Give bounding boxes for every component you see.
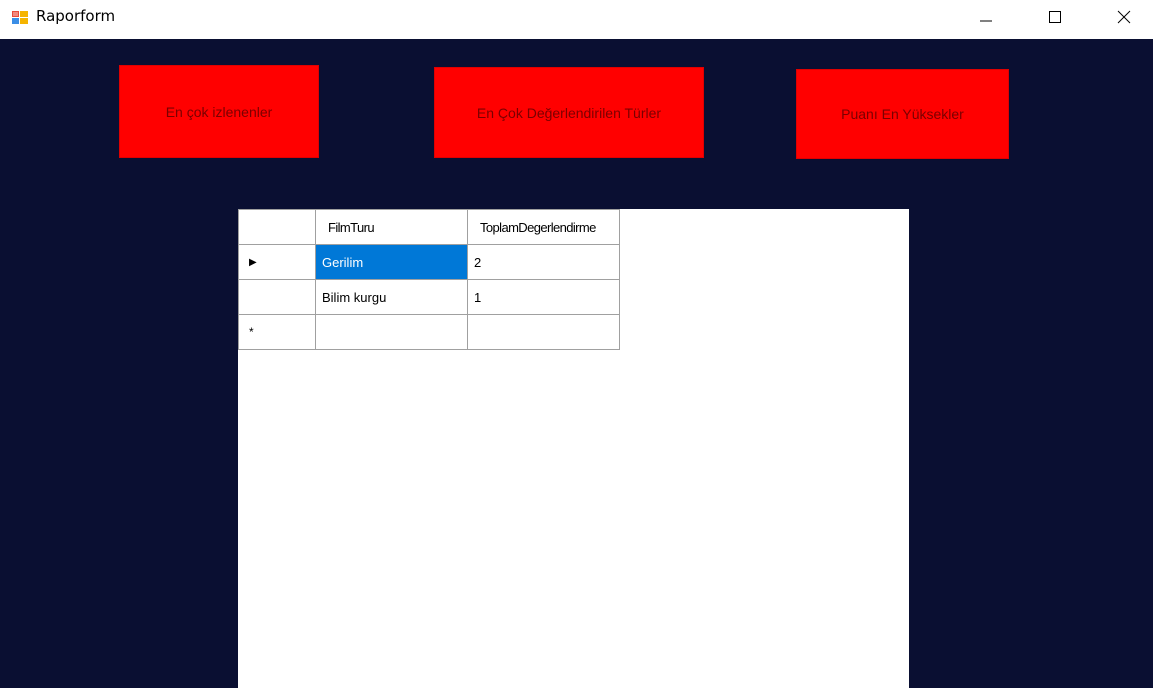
grid-table: FilmTuru ToplamDegerlendirme ▶ Gerilim 2… [238, 209, 620, 350]
table-cell[interactable]: Gerilim [315, 244, 468, 280]
app-icon [12, 9, 28, 25]
most-watched-button[interactable]: En çok izlenenler [119, 65, 319, 158]
table-cell[interactable]: Bilim kurgu [315, 279, 468, 315]
table-row[interactable]: ▶ Gerilim 2 [238, 244, 620, 280]
form-client-area: En çok izlenenler En Çok Değerlendirilen… [0, 39, 1153, 688]
grid-corner-header[interactable] [238, 209, 316, 245]
column-header-filmturu[interactable]: FilmTuru [315, 209, 468, 245]
table-cell[interactable]: 1 [467, 279, 620, 315]
column-header-toplam[interactable]: ToplamDegerlendirme [467, 209, 620, 245]
table-cell[interactable] [467, 314, 620, 350]
window-title: Raporform [36, 7, 116, 25]
most-rated-genres-button[interactable]: En Çok Değerlendirilen Türler [434, 67, 704, 158]
title-bar[interactable]: Raporform [0, 0, 1153, 38]
grid-header-row: FilmTuru ToplamDegerlendirme [238, 209, 620, 245]
row-indicator-arrow[interactable]: ▶ [238, 244, 316, 280]
minimize-icon [980, 20, 992, 22]
maximize-button[interactable] [1032, 0, 1078, 34]
table-cell[interactable]: 2 [467, 244, 620, 280]
new-row[interactable]: * [238, 314, 620, 350]
highest-rated-button[interactable]: Puanı En Yüksekler [796, 69, 1009, 159]
maximize-icon [1049, 11, 1061, 23]
close-icon [1117, 10, 1131, 24]
table-cell[interactable] [315, 314, 468, 350]
new-row-indicator[interactable]: * [238, 314, 316, 350]
data-grid[interactable]: FilmTuru ToplamDegerlendirme ▶ Gerilim 2… [238, 209, 909, 688]
minimize-button[interactable] [963, 0, 1009, 34]
table-row[interactable]: Bilim kurgu 1 [238, 279, 620, 315]
row-indicator[interactable] [238, 279, 316, 315]
column-header-toplam-label: ToplamDegerlendirme [480, 219, 596, 235]
close-button[interactable] [1101, 0, 1147, 34]
